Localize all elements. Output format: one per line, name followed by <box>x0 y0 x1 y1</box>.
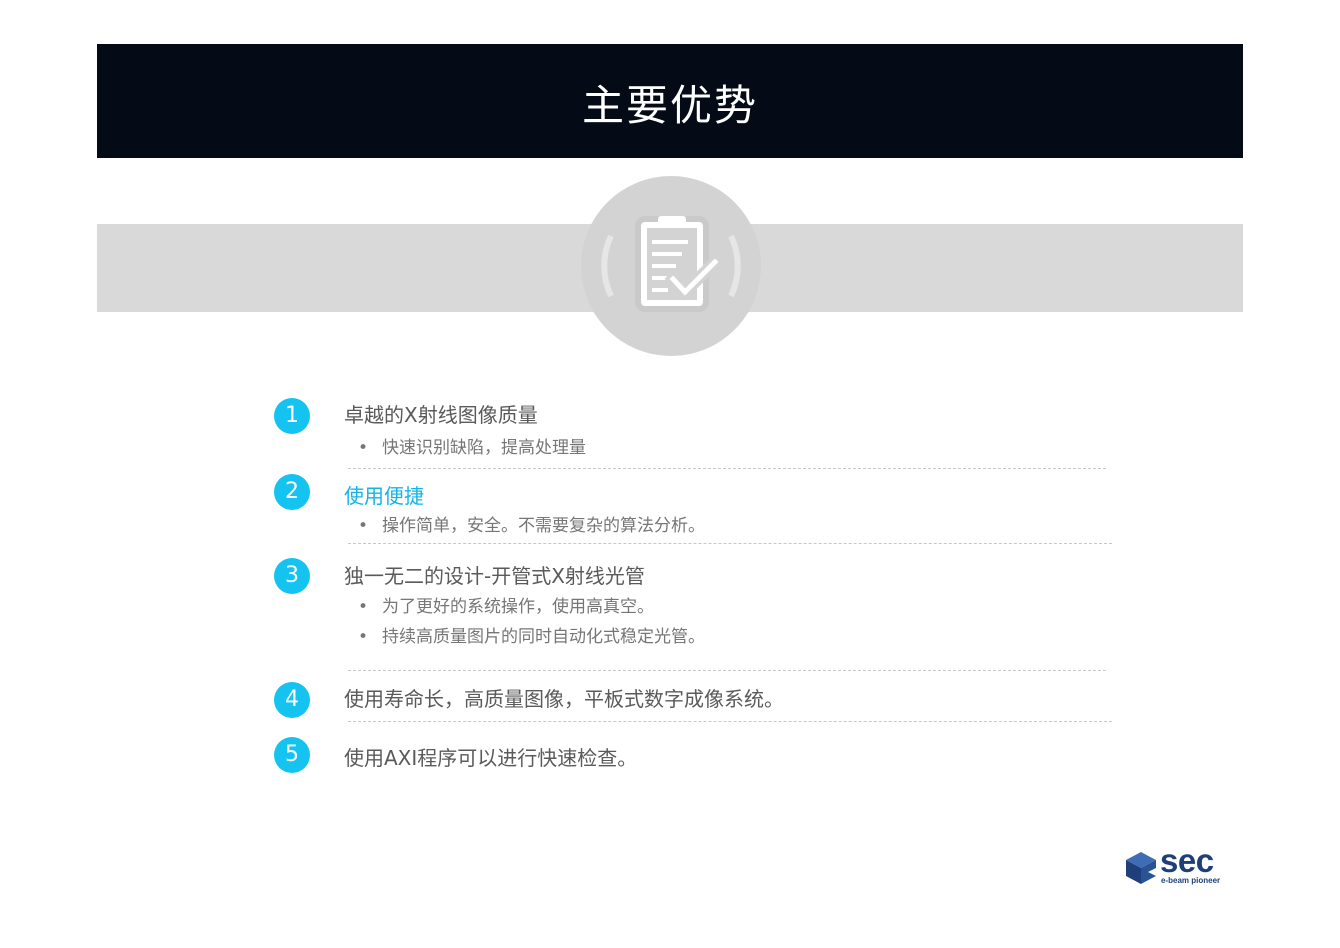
sec-logo: sec e-beam pioneer <box>1124 842 1228 888</box>
bullet-dot: • <box>358 438 369 458</box>
item-number-2: 2 <box>274 474 310 510</box>
item-2-bullet-1: • 操作简单，安全。不需要复杂的算法分析。 <box>358 511 705 536</box>
item-number-5: 5 <box>274 737 310 773</box>
item-3-bullet-1: • 为了更好的系统操作，使用高真空。 <box>358 592 654 617</box>
item-number-4: 4 <box>274 682 310 718</box>
divider <box>348 670 1106 671</box>
bullet-text: 操作简单，安全。不需要复杂的算法分析。 <box>382 516 705 536</box>
icon-circle <box>581 176 761 356</box>
divider <box>348 543 1112 544</box>
item-title-3: 独一无二的设计-开管式X射线光管 <box>344 564 645 588</box>
item-title-4: 使用寿命长，高质量图像，平板式数字成像系统。 <box>344 687 784 711</box>
item-1-bullet-1: • 快速识别缺陷，提高处理量 <box>358 433 586 458</box>
item-title-1: 卓越的X射线图像质量 <box>344 403 538 427</box>
bullet-dot: • <box>358 516 369 536</box>
sec-cube-logo-icon <box>1126 852 1156 884</box>
item-number-1: 1 <box>274 398 310 434</box>
bullet-text: 持续高质量图片的同时自动化式稳定光管。 <box>382 627 705 647</box>
bullet-text: 快速识别缺陷，提高处理量 <box>382 438 586 458</box>
item-number-3: 3 <box>274 558 310 594</box>
item-title-2: 使用便捷 <box>344 484 424 508</box>
bullet-text: 为了更好的系统操作，使用高真空。 <box>382 597 654 617</box>
bullet-dot: • <box>358 597 369 617</box>
item-3-bullet-2: • 持续高质量图片的同时自动化式稳定光管。 <box>358 622 705 647</box>
divider <box>348 468 1106 469</box>
logo-wordmark: sec <box>1160 842 1214 879</box>
page-title: 主要优势 <box>581 80 758 130</box>
item-title-5: 使用AXI程序可以进行快速检查。 <box>344 746 638 770</box>
title-banner: 主要优势 <box>97 44 1243 158</box>
clipboard-check-icon <box>601 216 741 312</box>
divider <box>348 721 1112 722</box>
logo-tagline: e-beam pioneer <box>1161 876 1221 885</box>
bullet-dot: • <box>358 627 369 647</box>
